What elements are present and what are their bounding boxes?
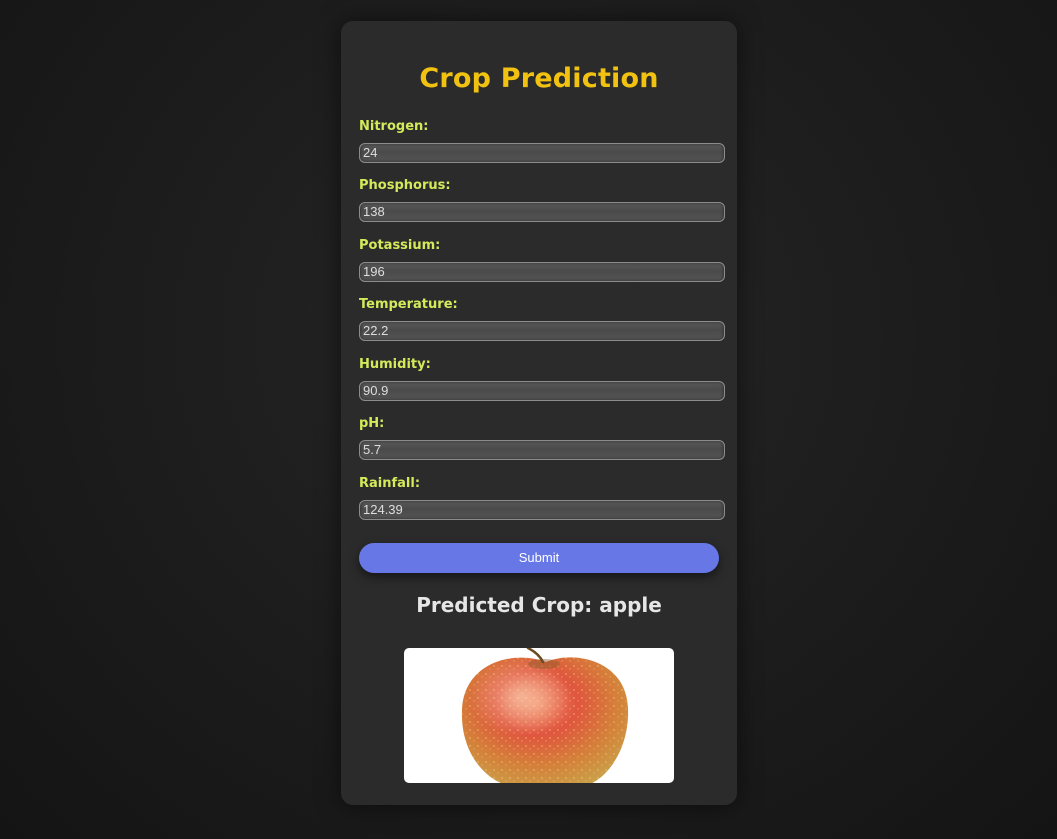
humidity-field-group: Humidity: 90.9 [359, 356, 725, 401]
prediction-card: Crop Prediction Nitrogen: 24 Phosphorus:… [341, 21, 737, 805]
page-title: Crop Prediction [419, 63, 659, 94]
ph-field-group: pH: 5.7 [359, 415, 725, 460]
potassium-field-group: Potassium: 196 [359, 237, 725, 282]
temperature-input[interactable]: 22.2 [359, 321, 725, 341]
humidity-label: Humidity: [359, 357, 431, 372]
nitrogen-field-group: Nitrogen: 24 [359, 118, 725, 163]
phosphorus-field-group: Phosphorus: 138 [359, 177, 725, 222]
rainfall-input[interactable]: 124.39 [359, 500, 725, 520]
temperature-field-group: Temperature: 22.2 [359, 296, 725, 341]
prediction-result: Predicted Crop: apple [416, 593, 662, 617]
phosphorus-label: Phosphorus: [359, 178, 451, 193]
potassium-label: Potassium: [359, 238, 441, 253]
nitrogen-label: Nitrogen: [359, 119, 429, 134]
rainfall-label: Rainfall: [359, 476, 421, 491]
rainfall-field-group: Rainfall: 124.39 [359, 475, 725, 520]
submit-button[interactable]: Submit [359, 543, 719, 573]
temperature-label: Temperature: [359, 297, 458, 312]
phosphorus-input[interactable]: 138 [359, 202, 725, 222]
nitrogen-input[interactable]: 24 [359, 143, 725, 163]
humidity-input[interactable]: 90.9 [359, 381, 725, 401]
apple-image [404, 648, 674, 783]
ph-input[interactable]: 5.7 [359, 440, 725, 460]
potassium-input[interactable]: 196 [359, 262, 725, 282]
ph-label: pH: [359, 416, 385, 431]
apple-illustration [461, 648, 629, 783]
